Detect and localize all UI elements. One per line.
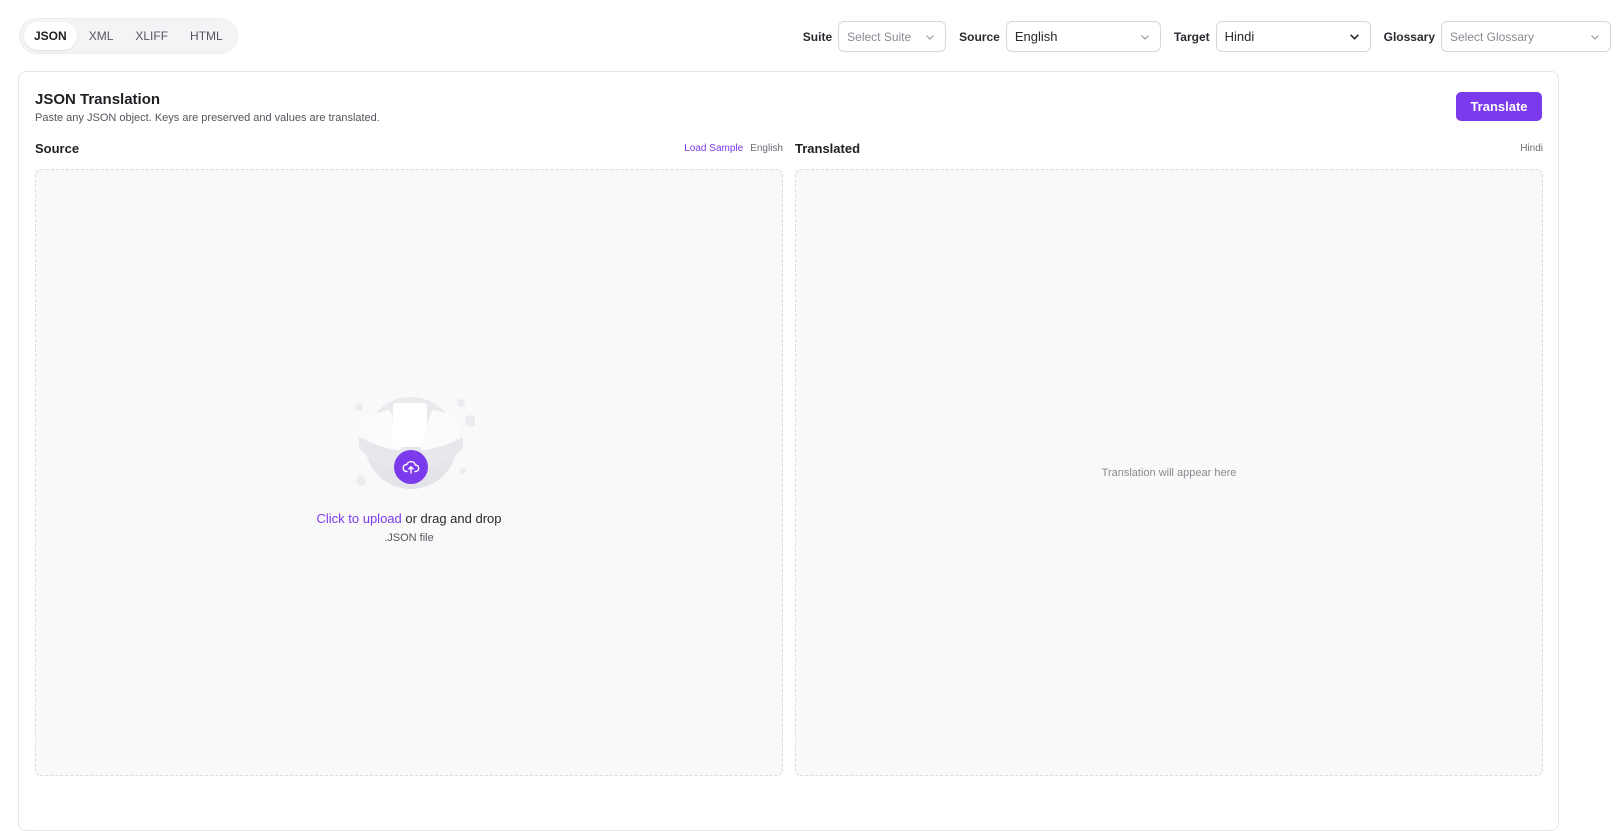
translation-placeholder: Translation will appear here	[1101, 467, 1237, 479]
target-language-tag: Hindi	[1520, 142, 1543, 154]
chevron-down-icon	[923, 30, 937, 44]
tab-xliff[interactable]: XLIFF	[125, 22, 178, 50]
upload-instruction: Click to upload or drag and drop	[36, 511, 782, 526]
source-selector-group: Source English	[959, 21, 1161, 52]
click-to-upload-link[interactable]: Click to upload	[316, 511, 401, 526]
target-selector-group: Target Hindi	[1174, 21, 1371, 52]
source-label: Source	[959, 29, 1000, 44]
tab-json[interactable]: JSON	[24, 22, 77, 50]
selector-bar: Suite Select Suite Source English Target…	[790, 20, 1611, 53]
suite-placeholder: Select Suite	[847, 29, 912, 44]
suite-selector-group: Suite Select Suite	[802, 21, 947, 52]
source-language-value: English	[1014, 29, 1058, 44]
translated-header-actions: Hindi	[1520, 143, 1543, 154]
drag-drop-text: or drag and drop	[401, 511, 502, 526]
file-type-hint: .JSON file	[384, 532, 434, 544]
source-language-select[interactable]: English	[1005, 21, 1161, 52]
translated-output: Translation will appear here	[795, 169, 1543, 776]
target-label: Target	[1173, 29, 1210, 44]
target-language-select[interactable]: Hindi	[1215, 21, 1371, 52]
load-sample-link[interactable]: Load Sample	[684, 143, 743, 154]
page-subtitle: Paste any JSON object. Keys are preserve…	[35, 112, 380, 124]
chevron-down-icon	[1588, 30, 1602, 44]
chevron-down-icon	[1348, 30, 1362, 44]
translated-pane-header: Translated Hindi	[795, 139, 1543, 157]
suite-label: Suite	[802, 29, 833, 44]
page-title: JSON Translation	[35, 91, 161, 108]
source-language-tag: English	[750, 142, 783, 154]
target-language-value: Hindi	[1224, 29, 1255, 44]
translated-heading: Translated	[795, 140, 861, 156]
upload-illustration	[347, 397, 477, 497]
translation-card: JSON Translation Paste any JSON object. …	[18, 71, 1559, 831]
source-pane-header: Source Load Sample English	[35, 139, 783, 157]
source-header-actions: Load Sample English	[684, 143, 783, 154]
top-toolbar: JSON XML XLIFF HTML Suite Select Suite S…	[0, 0, 1621, 72]
chevron-down-icon	[1138, 30, 1152, 44]
tab-html[interactable]: HTML	[180, 22, 233, 50]
glossary-select[interactable]: Select Glossary	[1441, 21, 1611, 52]
translate-button[interactable]: Translate	[1456, 92, 1542, 121]
tab-xml[interactable]: XML	[79, 22, 124, 50]
source-heading: Source	[35, 140, 80, 156]
glossary-label: Glossary	[1383, 29, 1435, 44]
suite-select[interactable]: Select Suite	[838, 21, 947, 52]
format-tabs: JSON XML XLIFF HTML	[19, 18, 238, 54]
source-dropzone[interactable]: Click to upload or drag and drop .JSON f…	[35, 169, 783, 776]
glossary-selector-group: Glossary Select Glossary	[1384, 21, 1611, 52]
cloud-upload-icon[interactable]	[394, 450, 428, 484]
glossary-placeholder: Select Glossary	[1450, 29, 1535, 44]
